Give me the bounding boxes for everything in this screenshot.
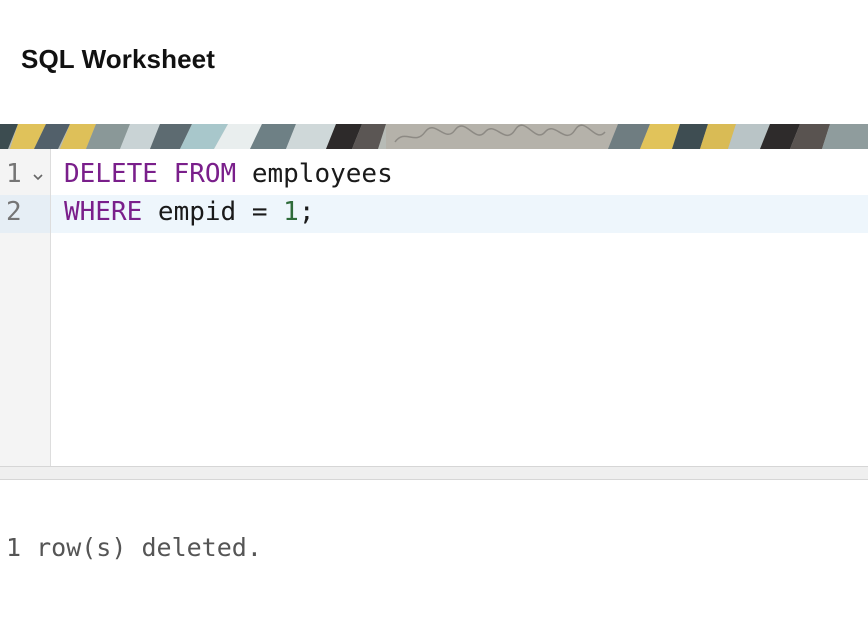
line-number-2: 2 bbox=[6, 197, 22, 227]
code-line-1[interactable]: DELETE FROM employees bbox=[64, 159, 393, 189]
sql-punctuation: ; bbox=[298, 197, 315, 227]
code-line-2[interactable]: WHERE empid = 1; bbox=[64, 197, 314, 227]
sql-editor[interactable]: 1 2 DELETE FROM employees WHERE empid = … bbox=[0, 149, 868, 466]
sql-identifier: empid = bbox=[142, 197, 284, 227]
banner-pattern bbox=[0, 124, 868, 149]
chevron-down-icon[interactable] bbox=[32, 172, 44, 182]
resize-splitter[interactable] bbox=[0, 466, 868, 480]
sql-worksheet-page: SQL Worksheet 1 2 DELETE FROM employees … bbox=[0, 0, 868, 636]
sql-keyword: WHERE bbox=[64, 197, 143, 227]
sql-number: 1 bbox=[283, 197, 299, 227]
line-number-1: 1 bbox=[6, 159, 22, 189]
decorative-banner bbox=[0, 124, 868, 149]
sql-keyword: DELETE FROM bbox=[64, 159, 237, 189]
output-message: 1 row(s) deleted. bbox=[6, 533, 262, 562]
page-title: SQL Worksheet bbox=[21, 44, 215, 74]
sql-identifier: employees bbox=[236, 159, 393, 189]
